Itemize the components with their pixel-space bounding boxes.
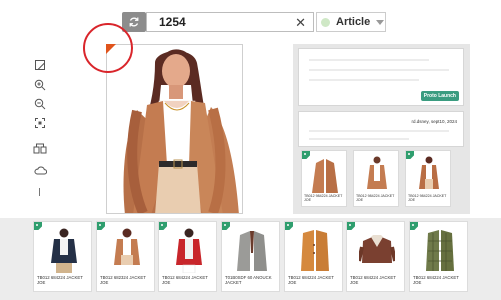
result-card[interactable]: TB012 684224 JACKET JOE <box>158 221 217 292</box>
jacket-image <box>301 230 329 271</box>
toolbar-divider <box>39 188 40 196</box>
zoom-in-icon[interactable] <box>33 78 47 92</box>
compare-icon[interactable] <box>33 141 47 155</box>
result-card[interactable]: TB012 684224 JACKET JOE <box>409 221 468 292</box>
tag-icon <box>410 222 418 230</box>
result-caption: TB012 684224 JACKET JOE <box>162 275 208 285</box>
status-dot <box>321 17 330 27</box>
refresh-button[interactable] <box>122 12 146 32</box>
tag-icon <box>34 222 42 230</box>
search-input[interactable] <box>159 15 289 29</box>
tag-icon <box>302 151 310 159</box>
launch-badge: Proto Launch <box>420 91 459 101</box>
result-caption: TB012 684224 JACKET JOE <box>413 275 459 285</box>
main-canvas[interactable] <box>106 44 243 214</box>
thumb-caption: TB012 984224 JACKET JOE <box>304 194 343 203</box>
zoom-out-icon[interactable] <box>33 97 47 111</box>
tag-icon <box>406 151 414 159</box>
model-image <box>114 228 140 265</box>
result-card[interactable]: TB012 684224 JACKET JOE <box>33 221 92 292</box>
panel-thumb[interactable]: TB012 984224 JACKET JOE <box>405 150 451 207</box>
tag-icon <box>285 222 293 230</box>
type-select-value: Article <box>336 16 371 28</box>
type-select[interactable]: Article <box>316 12 386 32</box>
meta-info: rd.dsney, sept10, 2024 <box>411 119 457 124</box>
result-caption: TB012 682324 JACKET JOE <box>100 275 146 285</box>
result-card[interactable]: T01B0SDF 60 ANOUCK JACKET <box>221 221 280 292</box>
refresh-icon <box>129 17 139 27</box>
highlight-ring <box>83 23 133 73</box>
result-card[interactable]: TB012 684224 JACKET JOE <box>284 221 343 292</box>
close-icon[interactable]: ✕ <box>295 15 306 31</box>
model-image <box>367 156 387 189</box>
thumb-caption: TB012 984224 JACKET JOE <box>356 194 395 203</box>
crop-icon[interactable] <box>33 58 47 72</box>
result-caption: TB012 684224 JACKET JOE <box>350 275 396 285</box>
result-caption: T01B0SDF 60 ANOUCK JACKET <box>225 275 272 285</box>
search-field[interactable]: ✕ <box>146 12 314 32</box>
thumb-caption: TB012 984224 JACKET JOE <box>408 194 447 203</box>
chevron-down-icon <box>376 19 385 25</box>
tag-icon <box>347 222 355 230</box>
fit-screen-icon[interactable] <box>33 116 47 130</box>
jacket-image <box>359 235 395 263</box>
tag-icon <box>222 222 230 230</box>
jacket-image <box>312 159 338 193</box>
jacket-image <box>237 231 267 271</box>
tag-icon <box>159 222 167 230</box>
model-image <box>419 156 439 189</box>
model-image <box>176 228 202 273</box>
panel-thumb[interactable]: TB012 984224 JACKET JOE <box>301 150 347 207</box>
model-image <box>51 228 77 273</box>
panel-thumb[interactable]: TB012 984224 JACKET JOE <box>353 150 399 207</box>
result-caption: TB012 684224 JACKET JOE <box>288 275 334 285</box>
result-card[interactable]: TB012 684224 JACKET JOE <box>346 221 405 292</box>
jacket-image <box>426 230 454 271</box>
model-figure-image <box>123 49 239 213</box>
result-card[interactable]: TB012 682324 JACKET JOE <box>96 221 155 292</box>
cloud-icon[interactable] <box>33 163 47 177</box>
tag-icon <box>97 222 105 230</box>
launch-card[interactable]: Proto Launch <box>298 48 464 106</box>
meta-card: rd.dsney, sept10, 2024 <box>298 111 464 147</box>
result-caption: TB012 684224 JACKET JOE <box>37 275 83 285</box>
